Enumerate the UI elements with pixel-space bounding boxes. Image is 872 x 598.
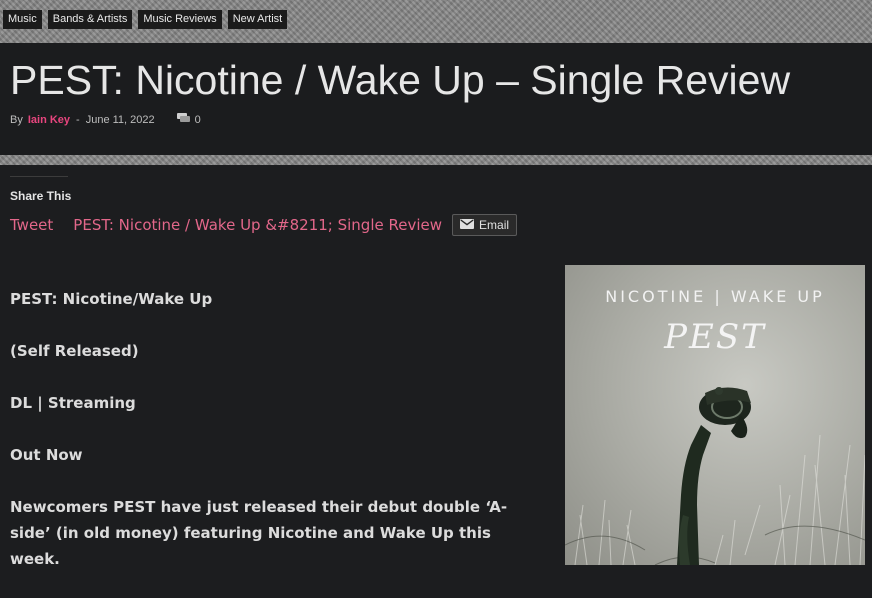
- album-cover-image: NICOTINE | WAKE UP PEST: [565, 265, 865, 565]
- paragraph-release-title: PEST: Nicotine/Wake Up: [10, 290, 213, 308]
- article-meta: By Iain Key - June 11, 2022 0: [10, 113, 201, 126]
- paragraph-formats: DL | Streaming: [10, 394, 136, 412]
- share-title-link[interactable]: PEST: Nicotine / Wake Up &#8211; Single …: [73, 216, 442, 234]
- top-texture-band: Music Bands & Artists Music Reviews New …: [0, 0, 872, 43]
- publish-date: June 11, 2022: [85, 113, 155, 126]
- email-share-button[interactable]: Email: [452, 214, 518, 236]
- email-label: Email: [479, 218, 510, 232]
- tweet-link[interactable]: Tweet: [10, 216, 53, 234]
- author-link[interactable]: Iain Key: [28, 114, 70, 126]
- category-tag-bands-artists[interactable]: Bands & Artists: [47, 10, 133, 29]
- paragraph-label: (Self Released): [10, 342, 139, 360]
- divider-texture-band: [0, 155, 872, 165]
- share-heading: Share This: [10, 189, 72, 203]
- album-top-text: NICOTINE | WAKE UP: [605, 287, 825, 306]
- envelope-icon: [460, 218, 475, 232]
- comment-icon[interactable]: [176, 113, 190, 126]
- by-label: By: [10, 113, 23, 126]
- paragraph-intro: Newcomers PEST have just released their …: [10, 498, 508, 568]
- share-buttons: Tweet PEST: Nicotine / Wake Up &#8211; S…: [10, 214, 518, 236]
- paragraph-availability: Out Now: [10, 446, 83, 464]
- album-cover-art: [565, 387, 865, 565]
- category-tag-music-reviews[interactable]: Music Reviews: [138, 10, 222, 29]
- band-logo: PEST: [664, 317, 766, 357]
- category-tag-music[interactable]: Music: [3, 10, 42, 29]
- category-tags: Music Bands & Artists Music Reviews New …: [3, 10, 288, 29]
- category-tag-new-artist[interactable]: New Artist: [227, 10, 288, 29]
- share-divider: [10, 176, 68, 177]
- article-title: PEST: Nicotine / Wake Up – Single Review: [10, 57, 791, 103]
- comment-count[interactable]: 0: [195, 114, 201, 126]
- article-body: PEST: Nicotine/Wake Up (Self Released) D…: [10, 286, 530, 598]
- meta-separator: -: [76, 113, 80, 126]
